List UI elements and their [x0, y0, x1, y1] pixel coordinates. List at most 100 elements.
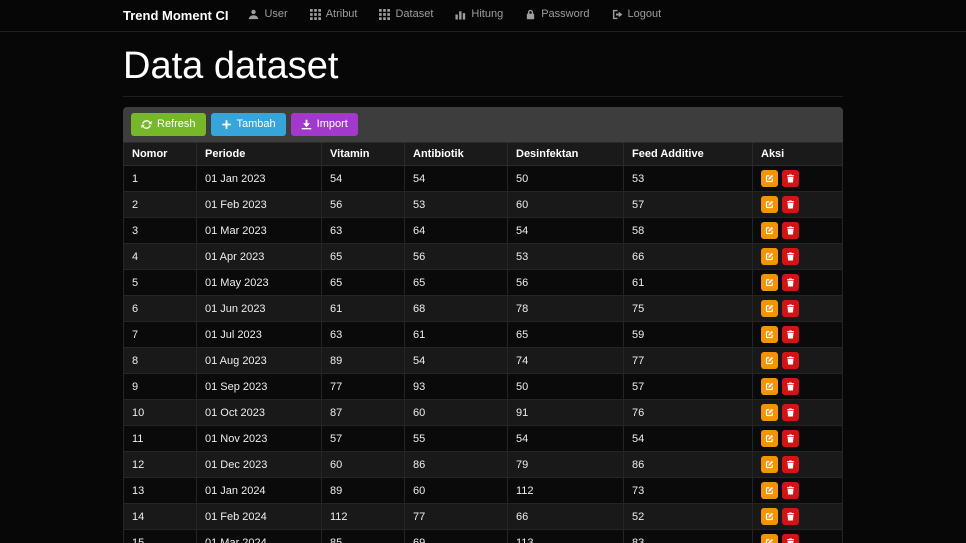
delete-button[interactable]	[782, 248, 799, 266]
table-cell: 60	[404, 399, 508, 427]
trash-icon	[786, 278, 795, 287]
table-cell: 93	[404, 373, 508, 401]
delete-button[interactable]	[782, 170, 799, 188]
row-actions	[761, 456, 834, 474]
trash-icon	[786, 486, 795, 495]
nav-item-password: Password	[525, 7, 590, 25]
table-cell: 61	[623, 269, 753, 297]
table-cell: 13	[123, 477, 197, 505]
edit-button[interactable]	[761, 274, 778, 292]
column-header-antibiotik: Antibiotik	[404, 142, 508, 167]
table-cell: 112	[321, 503, 405, 531]
edit-button[interactable]	[761, 378, 778, 396]
delete-button[interactable]	[782, 274, 799, 292]
delete-button[interactable]	[782, 508, 799, 526]
edit-icon	[765, 434, 774, 443]
delete-button[interactable]	[782, 404, 799, 422]
table-cell: 53	[507, 243, 624, 271]
table-cell: 8	[123, 347, 197, 375]
import-button[interactable]: Import	[290, 113, 358, 137]
edit-button[interactable]	[761, 326, 778, 344]
edit-button[interactable]	[761, 300, 778, 318]
edit-button[interactable]	[761, 222, 778, 240]
edit-button[interactable]	[761, 508, 778, 526]
table-cell: 12	[123, 451, 197, 479]
edit-icon	[765, 512, 774, 521]
table-cell: 74	[507, 347, 624, 375]
edit-button[interactable]	[761, 352, 778, 370]
edit-button[interactable]	[761, 456, 778, 474]
delete-button[interactable]	[782, 196, 799, 214]
edit-button[interactable]	[761, 482, 778, 500]
edit-icon	[765, 174, 774, 183]
edit-icon	[765, 252, 774, 261]
trash-icon	[786, 200, 795, 209]
nav-link-atribut[interactable]: Atribut	[309, 8, 357, 20]
delete-button[interactable]	[782, 482, 799, 500]
plus-icon	[221, 119, 232, 130]
column-header-desinfektan: Desinfektan	[507, 142, 624, 167]
tambah-button[interactable]: Tambah	[210, 113, 286, 137]
edit-button[interactable]	[761, 430, 778, 448]
table-cell: 61	[404, 321, 508, 349]
table-cell-actions	[752, 165, 843, 193]
nav-link-dataset[interactable]: Dataset	[379, 8, 433, 20]
refresh-button[interactable]: Refresh	[131, 113, 206, 137]
table-cell: 01 Jan 2023	[196, 165, 322, 193]
table-cell-actions	[752, 269, 843, 297]
edit-button[interactable]	[761, 404, 778, 422]
table-cell: 65	[321, 269, 405, 297]
delete-button[interactable]	[782, 352, 799, 370]
table-cell: 55	[404, 425, 508, 453]
edit-button[interactable]	[761, 248, 778, 266]
delete-button[interactable]	[782, 430, 799, 448]
table-cell: 76	[623, 399, 753, 427]
column-header-nomor: Nomor	[123, 142, 197, 167]
table-cell: 01 Mar 2023	[196, 217, 322, 245]
table-cell-actions	[752, 217, 843, 245]
page-title: Data dataset	[123, 45, 843, 98]
bar-chart-icon	[455, 9, 466, 20]
delete-button[interactable]	[782, 326, 799, 344]
brand-link[interactable]: Trend Moment CI	[123, 8, 228, 23]
table-cell: 60	[321, 451, 405, 479]
table-row: 8 01 Aug 2023 89 54 74 77	[123, 347, 843, 375]
table-cell: 11	[123, 425, 197, 453]
edit-button[interactable]	[761, 170, 778, 188]
table-row: 11 01 Nov 2023 57 55 54 54	[123, 425, 843, 453]
import-icon	[301, 119, 312, 130]
table-cell: 91	[507, 399, 624, 427]
table-cell: 7	[123, 321, 197, 349]
delete-button[interactable]	[782, 534, 799, 543]
delete-button[interactable]	[782, 456, 799, 474]
nav-link-logout[interactable]: Logout	[612, 8, 661, 20]
table-cell: 01 Feb 2024	[196, 503, 322, 531]
row-actions	[761, 222, 834, 240]
table-cell: 54	[404, 347, 508, 375]
user-icon	[248, 9, 259, 20]
delete-button[interactable]	[782, 300, 799, 318]
table-cell: 65	[507, 321, 624, 349]
table-cell: 01 Sep 2023	[196, 373, 322, 401]
nav-link-user[interactable]: User	[248, 8, 288, 20]
trash-icon	[786, 330, 795, 339]
table-cell: 65	[321, 243, 405, 271]
table-cell: 63	[321, 321, 405, 349]
table-row: 1 01 Jan 2023 54 54 50 53	[123, 165, 843, 193]
edit-button[interactable]	[761, 534, 778, 543]
nav-link-password[interactable]: Password	[525, 8, 590, 20]
trash-icon	[786, 356, 795, 365]
import-button-label: Import	[316, 118, 348, 131]
table-cell: 5	[123, 269, 197, 297]
delete-button[interactable]	[782, 378, 799, 396]
table-row: 5 01 May 2023 65 65 56 61	[123, 269, 843, 297]
delete-button[interactable]	[782, 222, 799, 240]
nav-item-logout: Logout	[612, 7, 661, 25]
nav-link-hitung[interactable]: Hitung	[455, 8, 503, 20]
row-actions	[761, 404, 834, 422]
toolbar: Refresh Tambah Import	[123, 107, 843, 143]
row-actions	[761, 170, 834, 188]
edit-button[interactable]	[761, 196, 778, 214]
table-cell: 77	[321, 373, 405, 401]
navbar: Trend Moment CI User Atribut Dataset Hitung…	[0, 0, 966, 32]
